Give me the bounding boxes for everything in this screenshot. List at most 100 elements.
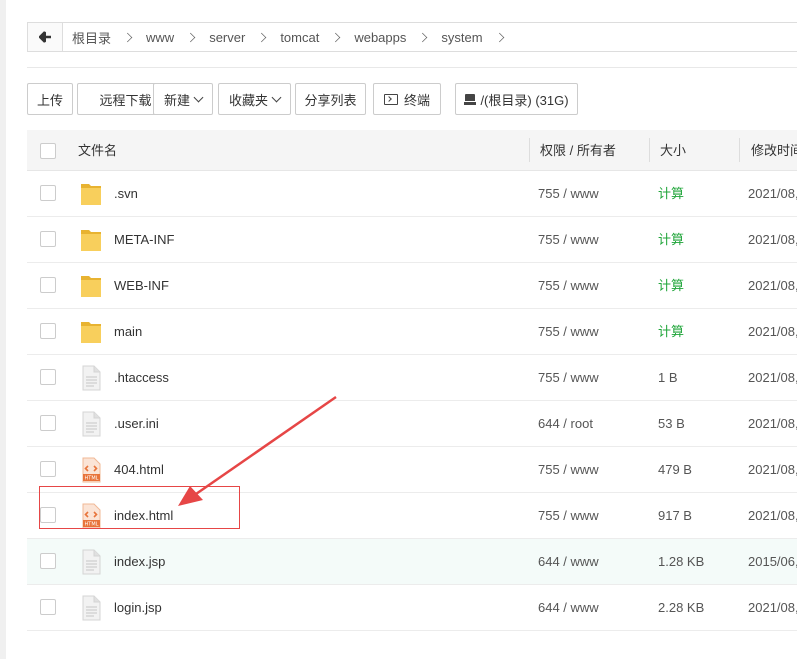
file-name[interactable]: .user.ini <box>114 401 159 446</box>
favorites-label: 收藏夹 <box>228 92 268 108</box>
crumb-tomcat[interactable]: tomcat <box>280 30 319 45</box>
table-row[interactable]: WEB-INF 755 / www 计算 2021/08, <box>27 263 797 309</box>
file-name[interactable]: .htaccess <box>114 355 169 400</box>
table-row[interactable]: main 755 / www 计算 2021/08, <box>27 309 797 355</box>
file-size: 479 B <box>658 462 692 477</box>
file-permission[interactable]: 755 / www <box>538 171 599 216</box>
share-list-label: 分享列表 <box>304 92 357 108</box>
file-mtime: 2021/08, <box>748 232 797 247</box>
row-checkbox[interactable] <box>40 231 56 247</box>
column-divider <box>529 138 530 162</box>
file-name[interactable]: .svn <box>114 171 138 216</box>
upload-button[interactable]: 上传 <box>27 83 73 115</box>
file-permission[interactable]: 755 / www <box>538 493 599 538</box>
row-checkbox[interactable] <box>40 323 56 339</box>
row-checkbox[interactable] <box>40 369 56 385</box>
row-checkbox[interactable] <box>40 185 56 201</box>
row-checkbox[interactable] <box>40 277 56 293</box>
file-permission[interactable]: 644 / www <box>538 539 599 584</box>
file-size: 1 B <box>658 370 678 385</box>
file-mtime: 2021/08, <box>748 370 797 385</box>
file-permission[interactable]: 644 / www <box>538 585 599 630</box>
calc-size-link[interactable]: 计算 <box>658 309 684 354</box>
select-all-checkbox[interactable] <box>40 143 56 159</box>
disk-icon <box>464 93 477 105</box>
header-name[interactable]: 文件名 <box>78 130 117 170</box>
svg-text:HTML: HTML <box>85 476 99 482</box>
table-row[interactable]: .svn 755 / www 计算 2021/08, <box>27 171 797 217</box>
disk-label: /(根目录) (31G) <box>480 92 569 108</box>
header-size[interactable]: 大小 <box>660 130 686 170</box>
column-divider <box>739 138 740 162</box>
file-mtime: 2021/08, <box>748 186 797 201</box>
calc-size-link[interactable]: 计算 <box>658 171 684 216</box>
row-checkbox[interactable] <box>40 461 56 477</box>
path-bar[interactable]: 根目录 www server tomcat webapps system <box>27 22 797 52</box>
row-checkbox[interactable] <box>40 599 56 615</box>
folder-icon <box>80 181 102 207</box>
file-icon <box>80 595 102 621</box>
new-label: 新建 <box>163 92 190 108</box>
share-list-button[interactable]: 分享列表 <box>295 83 366 115</box>
chevron-right-icon <box>418 32 428 42</box>
table-row[interactable]: .htaccess 755 / www 1 B 2021/08, <box>27 355 797 401</box>
arrow-left-icon <box>38 31 51 43</box>
file-name[interactable]: login.jsp <box>114 585 162 630</box>
table-row[interactable]: .user.ini 644 / root 53 B 2021/08, <box>27 401 797 447</box>
file-mtime: 2021/08, <box>748 462 797 477</box>
file-mtime: 2021/08, <box>748 600 797 615</box>
file-permission[interactable]: 755 / www <box>538 355 599 400</box>
table-row[interactable]: META-INF 755 / www 计算 2021/08, <box>27 217 797 263</box>
file-mtime: 2021/08, <box>748 508 797 523</box>
file-icon <box>80 411 102 437</box>
file-name[interactable]: index.jsp <box>114 539 165 584</box>
table-row[interactable]: login.jsp 644 / www 2.28 KB 2021/08, <box>27 585 797 631</box>
highlight-box <box>39 486 240 529</box>
table-header: 文件名 权限 / 所有者 大小 修改时间 <box>27 130 797 171</box>
terminal-label: 终端 <box>403 92 430 108</box>
file-permission[interactable]: 755 / www <box>538 217 599 262</box>
chevron-right-icon <box>122 32 133 42</box>
calc-size-link[interactable]: 计算 <box>658 217 684 262</box>
breadcrumb: 根目录 www server tomcat webapps system <box>63 28 518 47</box>
upload-label: 上传 <box>36 92 63 108</box>
chevron-right-icon <box>331 32 341 42</box>
crumb-system[interactable]: system <box>441 30 482 45</box>
file-permission[interactable]: 644 / root <box>538 401 593 446</box>
table-body: .svn 755 / www 计算 2021/08, META-INF 755 / www… <box>27 171 797 631</box>
new-dropdown-button[interactable]: 新建 <box>153 83 213 115</box>
file-permission[interactable]: 755 / www <box>538 447 599 492</box>
file-icon <box>80 549 102 575</box>
chevron-down-icon <box>193 92 204 102</box>
file-mtime: 2021/08, <box>748 278 797 293</box>
file-name[interactable]: main <box>114 309 142 354</box>
calc-size-link[interactable]: 计算 <box>658 263 684 308</box>
header-mtime[interactable]: 修改时间 <box>751 130 797 170</box>
crumb-root[interactable]: 根目录 <box>72 28 111 47</box>
terminal-button[interactable]: 终端 <box>373 83 441 115</box>
file-size: 1.28 KB <box>658 554 705 569</box>
row-checkbox[interactable] <box>40 553 56 569</box>
file-size: 53 B <box>658 416 685 431</box>
file-icon <box>80 365 102 391</box>
favorites-dropdown-button[interactable]: 收藏夹 <box>218 83 291 115</box>
file-mtime: 2021/08, <box>748 416 797 431</box>
row-checkbox[interactable] <box>40 415 56 431</box>
table-row[interactable]: index.jsp 644 / www 1.28 KB 2015/06, <box>27 539 797 585</box>
crumb-webapps[interactable]: webapps <box>354 30 406 45</box>
header-perm[interactable]: 权限 / 所有者 <box>540 130 616 170</box>
crumb-www[interactable]: www <box>146 30 174 45</box>
chevron-down-icon <box>271 92 282 102</box>
back-button[interactable] <box>28 23 63 51</box>
html-file-icon: HTML <box>80 457 102 483</box>
file-name[interactable]: WEB-INF <box>114 263 169 308</box>
file-permission[interactable]: 755 / www <box>538 263 599 308</box>
disk-button[interactable]: /(根目录) (31G) <box>455 83 578 115</box>
file-size: 2.28 KB <box>658 600 705 615</box>
file-permission[interactable]: 755 / www <box>538 309 599 354</box>
crumb-server[interactable]: server <box>209 30 245 45</box>
remote-download-label: 远程下载 <box>99 92 152 108</box>
file-name[interactable]: META-INF <box>114 217 174 262</box>
chevron-right-icon <box>185 32 196 42</box>
folder-icon <box>80 319 102 345</box>
